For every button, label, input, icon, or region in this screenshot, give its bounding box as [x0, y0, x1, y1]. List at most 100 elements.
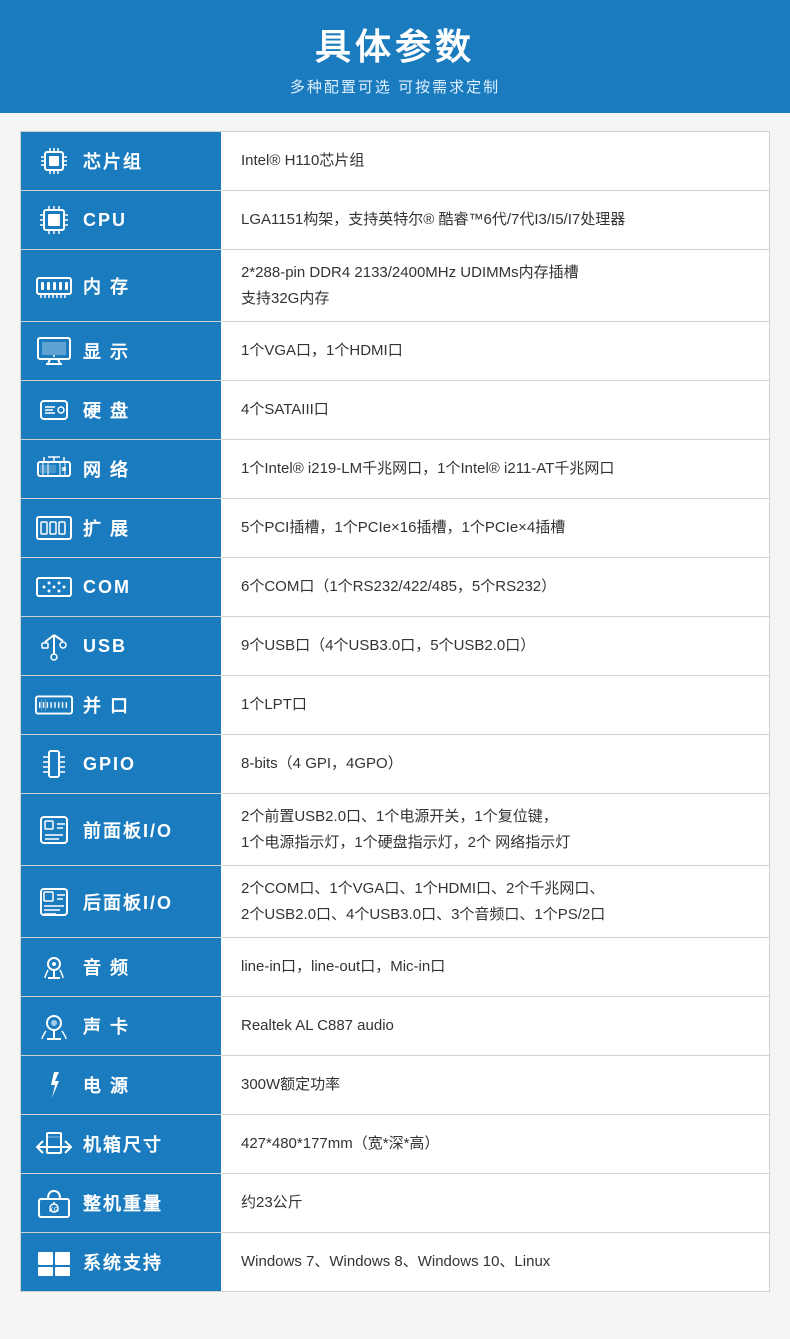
spec-label-usb: USB: [21, 617, 221, 675]
spec-value-gpio: 8-bits（4 GPI，4GPO）: [221, 735, 769, 793]
spec-value-harddisk: 4个SATAIII口: [221, 381, 769, 439]
svg-text:KG: KG: [49, 1207, 59, 1214]
spec-value-usb: 9个USB口（4个USB3.0口，5个USB2.0口）: [221, 617, 769, 675]
spec-label-harddisk: 硬 盘: [21, 381, 221, 439]
spec-name-network: 网 络: [83, 456, 130, 482]
display-icon: [35, 332, 73, 370]
spec-label-gpio: GPIO: [21, 735, 221, 793]
spec-row-network: 网 络 1个Intel® i219-LM千兆网口，1个Intel® i211-A…: [21, 440, 769, 499]
spec-name-cpu: CPU: [83, 210, 127, 231]
spec-name-weight: 整机重量: [83, 1190, 163, 1216]
spec-row-rear-io: 后面板I/O 2个COM口、1个VGA口、1个HDMI口、2个千兆网口、2个US…: [21, 866, 769, 938]
spec-name-gpio: GPIO: [83, 754, 136, 775]
memory-icon: [35, 267, 73, 305]
spec-name-power: 电 源: [83, 1072, 130, 1098]
parallel-icon: [35, 686, 73, 724]
spec-value-dimensions: 427*480*177mm（宽*深*高）: [221, 1115, 769, 1173]
spec-label-memory: 内 存: [21, 250, 221, 321]
spec-label-front-io: 前面板I/O: [21, 794, 221, 865]
spec-row-parallel: 并 口 1个LPT口: [21, 676, 769, 735]
spec-name-display: 显 示: [83, 338, 130, 364]
spec-label-com: COM: [21, 558, 221, 616]
com-icon: [35, 568, 73, 606]
power-icon: [35, 1066, 73, 1104]
spec-name-com: COM: [83, 577, 131, 598]
os-icon: [35, 1243, 73, 1281]
harddisk-icon: [35, 391, 73, 429]
spec-row-chipset: 芯片组 Intel® H110芯片组: [21, 132, 769, 191]
spec-value-rear-io: 2个COM口、1个VGA口、1个HDMI口、2个千兆网口、2个USB2.0口、4…: [221, 866, 769, 937]
spec-row-harddisk: 硬 盘 4个SATAIII口: [21, 381, 769, 440]
dimensions-icon: [35, 1125, 73, 1163]
spec-value-front-io: 2个前置USB2.0口、1个电源开关，1个复位键，1个电源指示灯，1个硬盘指示灯…: [221, 794, 769, 865]
spec-value-power: 300W额定功率: [221, 1056, 769, 1114]
page-title: 具体参数: [20, 18, 770, 70]
spec-row-os: 系统支持 Windows 7、Windows 8、Windows 10、Linu…: [21, 1233, 769, 1291]
spec-value-cpu: LGA1151构架，支持英特尔® 酷睿™6代/7代I3/I5/I7处理器: [221, 191, 769, 249]
header: 具体参数 多种配置可选 可按需求定制: [0, 0, 790, 113]
spec-value-audio: line-in口，line-out口，Mic-in口: [221, 938, 769, 996]
usb-icon: [35, 627, 73, 665]
spec-row-expansion: 扩 展 5个PCI插槽，1个PCIe×16插槽，1个PCIe×4插槽: [21, 499, 769, 558]
spec-row-display: 显 示 1个VGA口，1个HDMI口: [21, 322, 769, 381]
rear-io-icon: [35, 883, 73, 921]
spec-row-audio: 音 频 line-in口，line-out口，Mic-in口: [21, 938, 769, 997]
spec-value-os: Windows 7、Windows 8、Windows 10、Linux: [221, 1233, 769, 1291]
gpio-icon: [35, 745, 73, 783]
spec-label-weight: KG 整机重量: [21, 1174, 221, 1232]
spec-label-parallel: 并 口: [21, 676, 221, 734]
spec-row-dimensions: 机箱尺寸 427*480*177mm（宽*深*高）: [21, 1115, 769, 1174]
spec-value-weight: 约23公斤: [221, 1174, 769, 1232]
spec-value-com: 6个COM口（1个RS232/422/485，5个RS232）: [221, 558, 769, 616]
spec-name-soundcard: 声 卡: [83, 1013, 130, 1039]
spec-value-chipset: Intel® H110芯片组: [221, 132, 769, 190]
spec-value-display: 1个VGA口，1个HDMI口: [221, 322, 769, 380]
spec-value-network: 1个Intel® i219-LM千兆网口，1个Intel® i211-AT千兆网…: [221, 440, 769, 498]
weight-icon: KG: [35, 1184, 73, 1222]
spec-name-harddisk: 硬 盘: [83, 397, 130, 423]
spec-row-usb: USB 9个USB口（4个USB3.0口，5个USB2.0口）: [21, 617, 769, 676]
spec-name-expansion: 扩 展: [83, 515, 130, 541]
spec-value-soundcard: Realtek AL C887 audio: [221, 997, 769, 1055]
spec-label-chipset: 芯片组: [21, 132, 221, 190]
spec-row-soundcard: 声 卡 Realtek AL C887 audio: [21, 997, 769, 1056]
spec-row-cpu: CPU LGA1151构架，支持英特尔® 酷睿™6代/7代I3/I5/I7处理器: [21, 191, 769, 250]
spec-name-dimensions: 机箱尺寸: [83, 1131, 163, 1157]
spec-value-memory: 2*288-pin DDR4 2133/2400MHz UDIMMs内存插槽支持…: [221, 250, 769, 321]
spec-label-network: 网 络: [21, 440, 221, 498]
spec-label-os: 系统支持: [21, 1233, 221, 1291]
spec-name-audio: 音 频: [83, 954, 130, 980]
spec-label-rear-io: 后面板I/O: [21, 866, 221, 937]
spec-name-memory: 内 存: [83, 273, 130, 299]
spec-name-parallel: 并 口: [83, 692, 130, 718]
spec-row-power: 电 源 300W额定功率: [21, 1056, 769, 1115]
spec-row-front-io: 前面板I/O 2个前置USB2.0口、1个电源开关，1个复位键，1个电源指示灯，…: [21, 794, 769, 866]
spec-label-soundcard: 声 卡: [21, 997, 221, 1055]
spec-row-gpio: GPIO 8-bits（4 GPI，4GPO）: [21, 735, 769, 794]
spec-row-com: COM 6个COM口（1个RS232/422/485，5个RS232）: [21, 558, 769, 617]
spec-label-audio: 音 频: [21, 938, 221, 996]
spec-name-usb: USB: [83, 636, 127, 657]
page-subtitle: 多种配置可选 可按需求定制: [20, 76, 770, 97]
network-icon: [35, 450, 73, 488]
spec-label-display: 显 示: [21, 322, 221, 380]
spec-name-front-io: 前面板I/O: [83, 817, 173, 843]
expansion-icon: [35, 509, 73, 547]
spec-value-expansion: 5个PCI插槽，1个PCIe×16插槽，1个PCIe×4插槽: [221, 499, 769, 557]
spec-label-expansion: 扩 展: [21, 499, 221, 557]
spec-name-chipset: 芯片组: [83, 148, 143, 174]
spec-table: 芯片组 Intel® H110芯片组 CPU LGA1151构架，支持英特尔® …: [20, 131, 770, 1292]
spec-label-power: 电 源: [21, 1056, 221, 1114]
spec-row-weight: KG 整机重量 约23公斤: [21, 1174, 769, 1233]
cpu-icon: [35, 201, 73, 239]
front-io-icon: [35, 811, 73, 849]
spec-name-rear-io: 后面板I/O: [83, 889, 173, 915]
spec-name-os: 系统支持: [83, 1249, 163, 1275]
audio-icon: [35, 948, 73, 986]
spec-value-parallel: 1个LPT口: [221, 676, 769, 734]
spec-label-cpu: CPU: [21, 191, 221, 249]
spec-row-memory: 内 存 2*288-pin DDR4 2133/2400MHz UDIMMs内存…: [21, 250, 769, 322]
chipset-icon: [35, 142, 73, 180]
spec-label-dimensions: 机箱尺寸: [21, 1115, 221, 1173]
soundcard-icon: [35, 1007, 73, 1045]
